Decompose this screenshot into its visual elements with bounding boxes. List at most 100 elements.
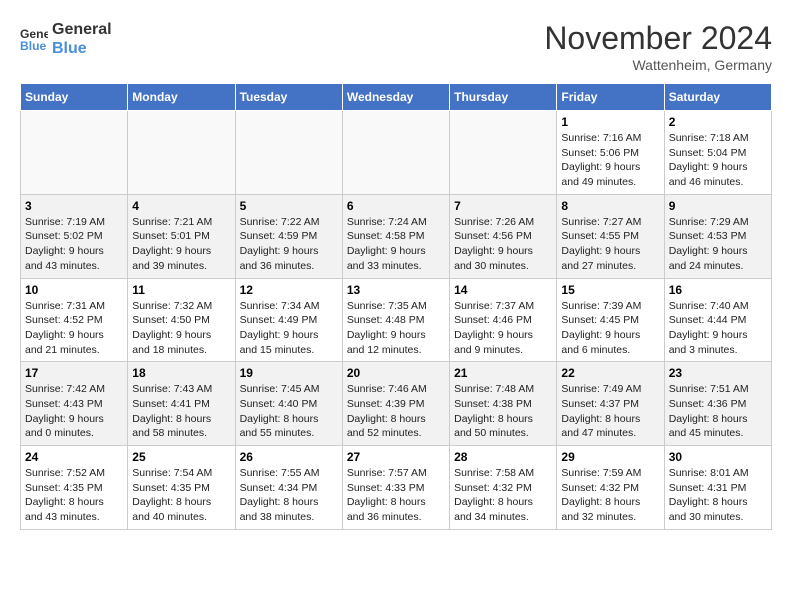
day-number: 12 (240, 283, 338, 297)
calendar-cell: 17 Sunrise: 7:42 AM Sunset: 4:43 PM Dayli… (21, 362, 128, 446)
calendar-week-row: 24 Sunrise: 7:52 AM Sunset: 4:35 PM Dayli… (21, 446, 772, 530)
calendar-cell (450, 111, 557, 195)
calendar-table: SundayMondayTuesdayWednesdayThursdayFrid… (20, 83, 772, 530)
col-header-wednesday: Wednesday (342, 84, 449, 111)
day-info: Sunrise: 7:37 AM Sunset: 4:46 PM Dayligh… (454, 299, 552, 358)
day-number: 24 (25, 450, 123, 464)
svg-text:Blue: Blue (20, 39, 47, 53)
calendar-cell: 3 Sunrise: 7:19 AM Sunset: 5:02 PM Daylig… (21, 194, 128, 278)
calendar-cell: 20 Sunrise: 7:46 AM Sunset: 4:39 PM Dayli… (342, 362, 449, 446)
calendar-cell: 11 Sunrise: 7:32 AM Sunset: 4:50 PM Dayli… (128, 278, 235, 362)
calendar-cell: 30Sunrise: 8:01 AM Sunset: 4:31 PM Dayli… (664, 446, 771, 530)
day-info: Sunrise: 8:01 AM Sunset: 4:31 PM Dayligh… (669, 466, 767, 525)
day-info: Sunrise: 7:52 AM Sunset: 4:35 PM Dayligh… (25, 466, 123, 525)
day-info: Sunrise: 7:18 AM Sunset: 5:04 PM Dayligh… (669, 131, 767, 190)
day-number: 21 (454, 366, 552, 380)
day-number: 16 (669, 283, 767, 297)
day-number: 28 (454, 450, 552, 464)
day-number: 6 (347, 199, 445, 213)
calendar-cell: 22 Sunrise: 7:49 AM Sunset: 4:37 PM Dayli… (557, 362, 664, 446)
calendar-cell: 14 Sunrise: 7:37 AM Sunset: 4:46 PM Dayli… (450, 278, 557, 362)
day-number: 1 (561, 115, 659, 129)
day-info: Sunrise: 7:48 AM Sunset: 4:38 PM Dayligh… (454, 382, 552, 441)
calendar-cell (235, 111, 342, 195)
day-info: Sunrise: 7:54 AM Sunset: 4:35 PM Dayligh… (132, 466, 230, 525)
day-info: Sunrise: 7:22 AM Sunset: 4:59 PM Dayligh… (240, 215, 338, 274)
day-info: Sunrise: 7:46 AM Sunset: 4:39 PM Dayligh… (347, 382, 445, 441)
day-info: Sunrise: 7:45 AM Sunset: 4:40 PM Dayligh… (240, 382, 338, 441)
day-info: Sunrise: 7:57 AM Sunset: 4:33 PM Dayligh… (347, 466, 445, 525)
calendar-cell: 8Sunrise: 7:27 AM Sunset: 4:55 PM Daylig… (557, 194, 664, 278)
day-number: 13 (347, 283, 445, 297)
col-header-tuesday: Tuesday (235, 84, 342, 111)
calendar-cell: 19 Sunrise: 7:45 AM Sunset: 4:40 PM Dayli… (235, 362, 342, 446)
calendar-cell: 27 Sunrise: 7:57 AM Sunset: 4:33 PM Dayli… (342, 446, 449, 530)
logo-icon: General Blue (20, 25, 48, 53)
col-header-thursday: Thursday (450, 84, 557, 111)
col-header-saturday: Saturday (664, 84, 771, 111)
day-info: Sunrise: 7:21 AM Sunset: 5:01 PM Dayligh… (132, 215, 230, 274)
calendar-cell: 4 Sunrise: 7:21 AM Sunset: 5:01 PM Daylig… (128, 194, 235, 278)
day-info: Sunrise: 7:29 AM Sunset: 4:53 PM Dayligh… (669, 215, 767, 274)
day-info: Sunrise: 7:31 AM Sunset: 4:52 PM Dayligh… (25, 299, 123, 358)
calendar-cell: 16 Sunrise: 7:40 AM Sunset: 4:44 PM Dayli… (664, 278, 771, 362)
day-info: Sunrise: 7:16 AM Sunset: 5:06 PM Dayligh… (561, 131, 659, 190)
day-info: Sunrise: 7:34 AM Sunset: 4:49 PM Dayligh… (240, 299, 338, 358)
col-header-monday: Monday (128, 84, 235, 111)
day-number: 17 (25, 366, 123, 380)
day-info: Sunrise: 7:58 AM Sunset: 4:32 PM Dayligh… (454, 466, 552, 525)
day-info: Sunrise: 7:49 AM Sunset: 4:37 PM Dayligh… (561, 382, 659, 441)
calendar-cell: 18 Sunrise: 7:43 AM Sunset: 4:41 PM Dayli… (128, 362, 235, 446)
logo-blue: Blue (52, 39, 112, 58)
month-title: November 2024 (544, 20, 772, 57)
logo: General Blue General Blue (20, 20, 112, 58)
calendar-header-row: SundayMondayTuesdayWednesdayThursdayFrid… (21, 84, 772, 111)
calendar-cell: 2Sunrise: 7:18 AM Sunset: 5:04 PM Daylig… (664, 111, 771, 195)
page-header: General Blue General Blue November 2024 … (20, 20, 772, 73)
location-subtitle: Wattenheim, Germany (544, 57, 772, 73)
day-number: 3 (25, 199, 123, 213)
day-number: 19 (240, 366, 338, 380)
day-number: 14 (454, 283, 552, 297)
title-block: November 2024 Wattenheim, Germany (544, 20, 772, 73)
day-number: 20 (347, 366, 445, 380)
day-info: Sunrise: 7:27 AM Sunset: 4:55 PM Dayligh… (561, 215, 659, 274)
day-info: Sunrise: 7:35 AM Sunset: 4:48 PM Dayligh… (347, 299, 445, 358)
calendar-cell: 6 Sunrise: 7:24 AM Sunset: 4:58 PM Daylig… (342, 194, 449, 278)
day-number: 22 (561, 366, 659, 380)
day-info: Sunrise: 7:32 AM Sunset: 4:50 PM Dayligh… (132, 299, 230, 358)
calendar-cell: 29Sunrise: 7:59 AM Sunset: 4:32 PM Dayli… (557, 446, 664, 530)
calendar-cell: 1 Sunrise: 7:16 AM Sunset: 5:06 PM Daylig… (557, 111, 664, 195)
day-number: 27 (347, 450, 445, 464)
calendar-week-row: 17 Sunrise: 7:42 AM Sunset: 4:43 PM Dayli… (21, 362, 772, 446)
day-info: Sunrise: 7:51 AM Sunset: 4:36 PM Dayligh… (669, 382, 767, 441)
calendar-cell: 13 Sunrise: 7:35 AM Sunset: 4:48 PM Dayli… (342, 278, 449, 362)
day-info: Sunrise: 7:39 AM Sunset: 4:45 PM Dayligh… (561, 299, 659, 358)
day-number: 4 (132, 199, 230, 213)
day-info: Sunrise: 7:43 AM Sunset: 4:41 PM Dayligh… (132, 382, 230, 441)
calendar-cell: 23 Sunrise: 7:51 AM Sunset: 4:36 PM Dayli… (664, 362, 771, 446)
calendar-cell: 26Sunrise: 7:55 AM Sunset: 4:34 PM Dayli… (235, 446, 342, 530)
col-header-sunday: Sunday (21, 84, 128, 111)
day-number: 11 (132, 283, 230, 297)
calendar-cell: 10Sunrise: 7:31 AM Sunset: 4:52 PM Dayli… (21, 278, 128, 362)
day-info: Sunrise: 7:42 AM Sunset: 4:43 PM Dayligh… (25, 382, 123, 441)
calendar-cell: 12 Sunrise: 7:34 AM Sunset: 4:49 PM Dayli… (235, 278, 342, 362)
calendar-cell: 24 Sunrise: 7:52 AM Sunset: 4:35 PM Dayli… (21, 446, 128, 530)
day-info: Sunrise: 7:40 AM Sunset: 4:44 PM Dayligh… (669, 299, 767, 358)
calendar-cell (21, 111, 128, 195)
logo-general: General (52, 20, 112, 39)
day-info: Sunrise: 7:19 AM Sunset: 5:02 PM Dayligh… (25, 215, 123, 274)
day-number: 18 (132, 366, 230, 380)
calendar-cell: 7Sunrise: 7:26 AM Sunset: 4:56 PM Daylig… (450, 194, 557, 278)
calendar-cell: 9 Sunrise: 7:29 AM Sunset: 4:53 PM Daylig… (664, 194, 771, 278)
calendar-cell: 21 Sunrise: 7:48 AM Sunset: 4:38 PM Dayli… (450, 362, 557, 446)
day-number: 23 (669, 366, 767, 380)
day-number: 26 (240, 450, 338, 464)
day-number: 9 (669, 199, 767, 213)
day-info: Sunrise: 7:24 AM Sunset: 4:58 PM Dayligh… (347, 215, 445, 274)
day-number: 5 (240, 199, 338, 213)
calendar-cell (128, 111, 235, 195)
day-number: 29 (561, 450, 659, 464)
day-number: 15 (561, 283, 659, 297)
